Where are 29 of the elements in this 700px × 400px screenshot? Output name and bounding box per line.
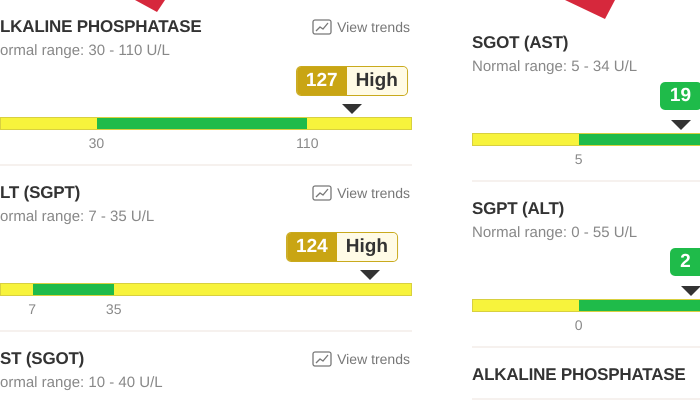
tick-label: 7 xyxy=(28,301,36,317)
tick-label: 110 xyxy=(296,135,318,151)
chart-icon xyxy=(312,19,332,35)
tick-label: 30 xyxy=(88,135,104,151)
result-badge: 124 High xyxy=(286,232,398,262)
normal-range-text: ormal range: 30 - 110 U/L xyxy=(0,42,171,61)
test-title: ALKALINE PHOSPHATASE xyxy=(472,365,686,385)
test-title: SGOT (AST) xyxy=(472,33,568,53)
result-badge: 19 xyxy=(660,82,700,110)
result-badge: 127 High xyxy=(296,66,408,96)
pointer-shape-drawing xyxy=(565,0,615,20)
normal-range-text: Normal range: 5 - 34 U/L xyxy=(472,58,638,77)
test-title: ST (SGOT) xyxy=(0,349,84,369)
pointer-shape-drawing xyxy=(135,0,165,14)
normal-range-text: ormal range: 10 - 40 U/L xyxy=(0,374,164,393)
view-trends-link[interactable]: View trends xyxy=(312,351,410,367)
chart-icon xyxy=(312,351,332,367)
chart-icon xyxy=(312,185,332,201)
view-trends-link[interactable]: View trends xyxy=(312,19,410,35)
tick-label: 35 xyxy=(106,301,122,317)
tick-label: 0 xyxy=(574,317,583,333)
tick-label: 5 xyxy=(574,151,583,167)
normal-range-text: Normal range: 0 - 55 U/L xyxy=(472,224,638,243)
result-badge: 2 xyxy=(670,248,700,276)
test-title: LKALINE PHOSPHATASE xyxy=(0,17,202,37)
test-title: SGPT (ALT) xyxy=(472,199,564,219)
test-title: LT (SGPT) xyxy=(0,183,80,203)
view-trends-link[interactable]: View trends xyxy=(312,185,410,201)
normal-range-text: ormal range: 7 - 35 U/L xyxy=(0,208,156,227)
